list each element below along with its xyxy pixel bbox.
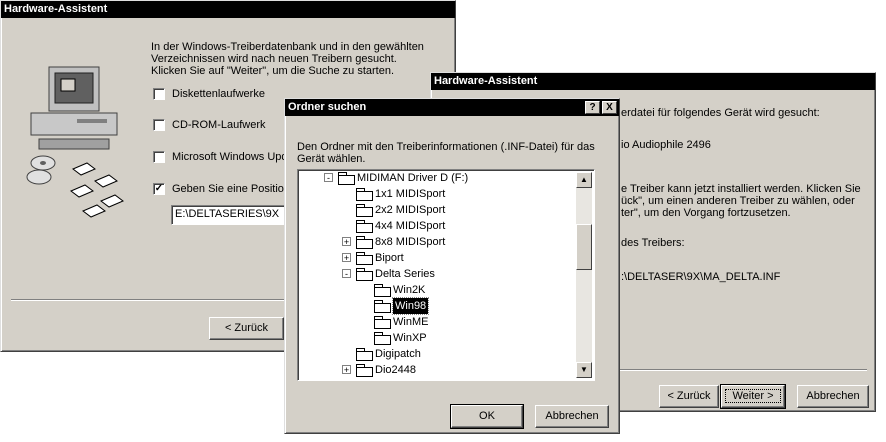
driver-path: :\DELTASER\9X\MA_DELTA.INF [621, 271, 781, 283]
cd-drive-icon [338, 172, 355, 185]
intro-line-1: In der Windows-Treiberdatenbank und in d… [151, 41, 424, 53]
folder-icon [356, 188, 373, 201]
scroll-down-icon[interactable]: ▼ [576, 362, 592, 378]
help-icon[interactable]: ? [585, 101, 600, 114]
windows-update-label[interactable]: Microsoft Windows Upd [172, 151, 288, 163]
cancel-button[interactable]: Abbrechen [797, 385, 869, 408]
install-text-1: e Treiber kann jetzt installiert werden.… [621, 183, 861, 195]
folder-tree[interactable]: - MIDIMAN Driver D (F:) 1x1 MIDISport 2x2 M… [297, 169, 595, 381]
location-label[interactable]: Geben Sie eine Position [172, 183, 290, 195]
tree-item-label: MIDIMAN Driver D (F:) [357, 172, 469, 184]
cdrom-checkbox[interactable] [153, 119, 165, 131]
folder-icon [356, 348, 373, 361]
driver-location-label: des Treibers: [621, 237, 685, 249]
back-button[interactable]: < Zurück [209, 317, 284, 340]
path-input[interactable]: E:\DELTASERIES\9X [171, 205, 291, 225]
close-icon[interactable]: X [602, 101, 617, 114]
folder-icon [374, 332, 391, 345]
intro-line-2: Verzeichnissen wird nach neuen Treibern … [151, 53, 397, 65]
computer-illustration [26, 66, 124, 218]
windows-update-checkbox[interactable] [153, 151, 165, 163]
intro-line-3: Klicken Sie auf "Weiter", um die Suche z… [151, 65, 394, 77]
tree-item-label: Biport [375, 252, 404, 264]
tree-item-label: WinME [393, 316, 429, 328]
separator [611, 369, 867, 371]
dialog-description-1: Den Ordner mit den Treiberinformationen … [297, 141, 595, 153]
window-title: Hardware-Assistent [1, 1, 455, 18]
ok-button[interactable]: OK [450, 404, 524, 429]
tree-item-label: Digipatch [375, 348, 421, 360]
tree-item-label: Dio2448 [375, 364, 416, 376]
folder-icon [356, 364, 373, 377]
expand-icon[interactable]: + [342, 237, 351, 247]
tree-item-label: 4x4 MIDISport [375, 220, 446, 232]
next-button-label: Weiter > [725, 389, 781, 403]
scroll-thumb[interactable] [576, 224, 592, 270]
folder-icon [356, 204, 373, 217]
folder-open-icon [374, 300, 391, 313]
cancel-button[interactable]: Abbrechen [535, 405, 609, 428]
tree-item-label: 1x1 MIDISport [375, 188, 446, 200]
tree-item-label: WinXP [393, 332, 427, 344]
folder-icon [356, 268, 373, 281]
folder-icon [374, 316, 391, 329]
tree-item-label: Win2K [393, 284, 426, 296]
tree-item-label: Delta Series [375, 268, 435, 280]
folder-icon [356, 236, 373, 249]
window-title: Hardware-Assistent [431, 73, 875, 90]
expand-icon[interactable]: + [342, 253, 351, 263]
install-text-2: ück", um einen anderen Treiber zu wählen… [621, 195, 855, 207]
dialog-title: Ordner suchen ? X [285, 99, 619, 116]
cdrom-label[interactable]: CD-ROM-Laufwerk [172, 119, 266, 131]
install-text-3: ter", um den Vorgang fortzusetzen. [621, 207, 791, 219]
tree-item-label: Win98 [391, 297, 430, 315]
floppy-label[interactable]: Diskettenlaufwerke [172, 88, 265, 100]
dialog-title-text: Ordner suchen [288, 101, 367, 113]
folder-icon [356, 252, 373, 265]
location-checkbox[interactable]: ✓ [153, 183, 165, 195]
expand-icon[interactable]: + [342, 365, 351, 375]
tree-item-label: 8x8 MIDISport [375, 236, 446, 248]
folder-icon [374, 284, 391, 297]
dialog-description-2: Gerät wählen. [297, 153, 366, 165]
folder-icon [356, 220, 373, 233]
floppy-checkbox[interactable] [153, 88, 165, 100]
next-button[interactable]: Weiter > [720, 384, 786, 409]
scroll-up-icon[interactable]: ▲ [576, 172, 592, 188]
back-button[interactable]: < Zurück [659, 385, 719, 408]
tree-scrollbar[interactable]: ▲ ▼ [576, 172, 592, 378]
browse-folder-dialog: Ordner suchen ? X Den Ordner mit den Tre… [284, 98, 620, 434]
collapse-icon[interactable]: - [342, 269, 351, 279]
device-search-text: erdatei für folgendes Gerät wird gesucht… [621, 107, 820, 119]
device-name: io Audiophile 2496 [621, 139, 711, 151]
collapse-icon[interactable]: - [324, 173, 333, 183]
tree-item-label: 2x2 MIDISport [375, 204, 446, 216]
